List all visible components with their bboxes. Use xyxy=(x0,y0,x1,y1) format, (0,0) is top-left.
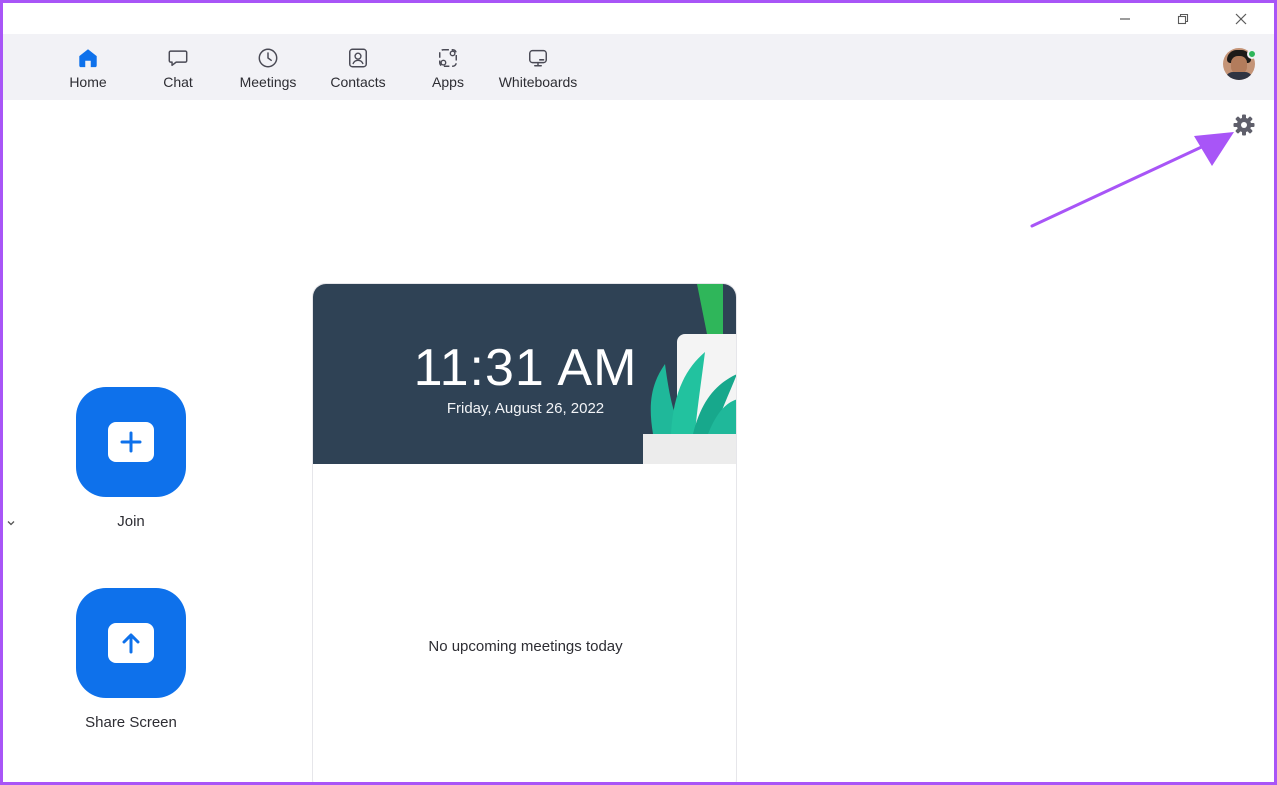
minimize-icon xyxy=(1120,17,1130,20)
chevron-down-icon[interactable] xyxy=(5,517,17,529)
home-icon xyxy=(76,46,100,70)
tab-meetings[interactable]: Meetings xyxy=(228,46,308,94)
online-status-indicator xyxy=(1247,49,1257,59)
empty-meetings-text: No upcoming meetings today xyxy=(428,638,623,655)
close-icon xyxy=(1235,13,1247,24)
clock-time: 11:31 AM xyxy=(413,339,638,397)
tab-whiteboards-label: Whiteboards xyxy=(498,74,578,90)
clock-banner: 11:31 AM Friday, August 26, 2022 xyxy=(313,284,736,464)
app-window: Home Chat Meetings Contacts Apps Whitebo… xyxy=(0,0,1277,785)
arrow-up-icon xyxy=(122,633,140,654)
join-label: Join xyxy=(117,513,145,530)
tab-home-label: Home xyxy=(69,74,107,90)
share-screen-label: Share Screen xyxy=(85,714,177,731)
meetings-card: 11:31 AM Friday, August 26, 2022 No upco… xyxy=(312,283,737,782)
tab-contacts[interactable]: Contacts xyxy=(318,46,398,94)
tab-contacts-label: Contacts xyxy=(330,74,386,90)
share-screen-button[interactable] xyxy=(76,588,186,698)
chat-icon xyxy=(166,46,190,70)
tab-meetings-label: Meetings xyxy=(239,74,297,90)
join-button[interactable] xyxy=(76,387,186,497)
clock-icon xyxy=(256,46,280,70)
restore-button[interactable] xyxy=(1154,3,1212,34)
minimize-button[interactable] xyxy=(1096,3,1154,34)
close-button[interactable] xyxy=(1212,3,1270,34)
top-nav-bar: Home Chat Meetings Contacts Apps Whitebo… xyxy=(3,34,1274,100)
apps-icon xyxy=(436,46,460,70)
clock-date: Friday, August 26, 2022 xyxy=(446,400,605,417)
tab-home[interactable]: Home xyxy=(48,46,128,94)
tab-chat-label: Chat xyxy=(163,74,193,90)
tab-chat[interactable]: Chat xyxy=(138,46,218,94)
tab-apps[interactable]: Apps xyxy=(408,46,488,94)
whiteboard-icon xyxy=(526,46,550,70)
settings-button[interactable] xyxy=(1232,113,1256,137)
title-bar xyxy=(3,3,1274,34)
annotation-arrow-icon xyxy=(1030,132,1234,228)
plus-icon xyxy=(120,431,142,453)
tab-whiteboards[interactable]: Whiteboards xyxy=(498,46,578,94)
contacts-icon xyxy=(346,46,370,70)
gear-icon xyxy=(1233,114,1255,136)
tab-apps-label: Apps xyxy=(432,74,464,90)
restore-icon xyxy=(1177,13,1189,24)
